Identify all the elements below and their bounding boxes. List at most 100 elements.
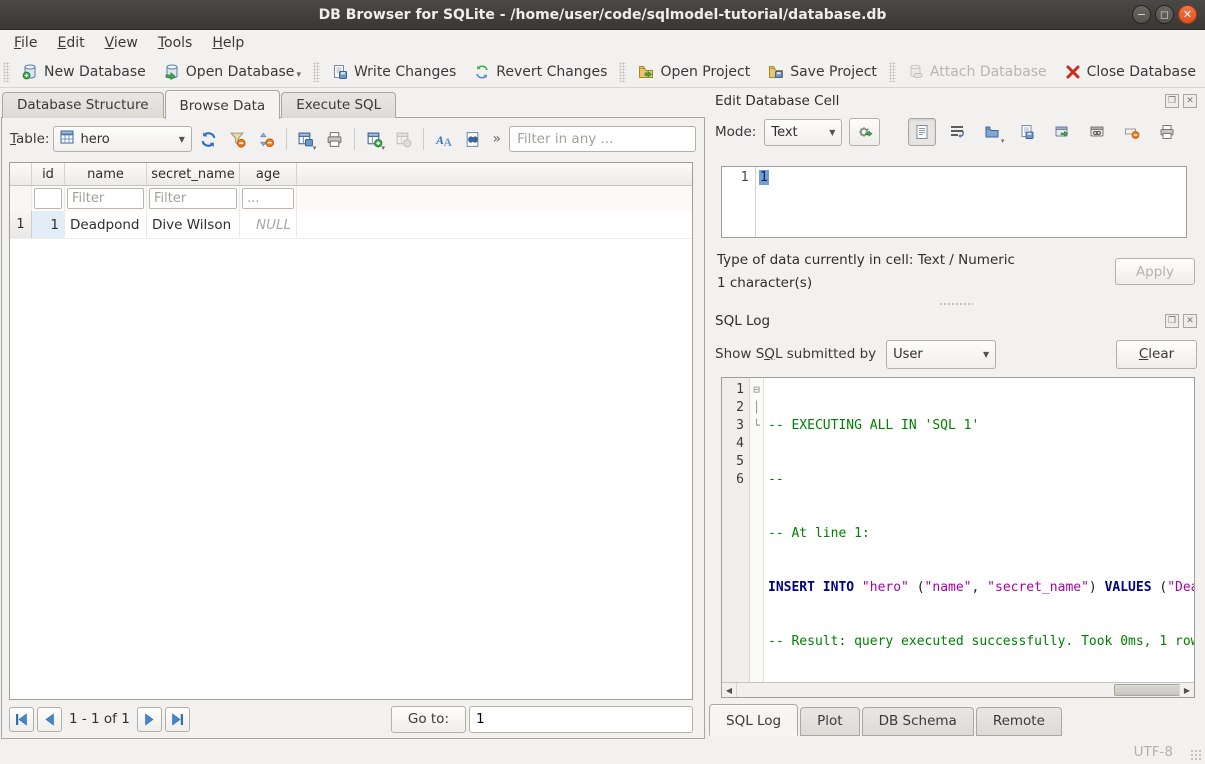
cell-editor-content[interactable]: 1 (759, 170, 769, 185)
dock-tab-remote[interactable]: Remote (976, 707, 1062, 736)
cell-name[interactable]: Deadpond (65, 211, 147, 238)
next-page-button[interactable] (137, 707, 162, 732)
open-database-button[interactable]: Open Database ▾ (155, 60, 310, 84)
insert-record-button[interactable]: ▾ (362, 126, 387, 153)
text-document-icon[interactable] (908, 118, 936, 146)
cell-secret-name[interactable]: Dive Wilson (147, 211, 240, 238)
word-wrap-icon[interactable] (943, 118, 971, 146)
export-file-icon[interactable] (1013, 118, 1041, 146)
browse-data-pane: Table: hero ▼ ▾ ▾ AA » id (1, 117, 705, 739)
cell-id[interactable]: 1 (32, 211, 65, 238)
dock-close-icon[interactable]: ✕ (1183, 314, 1197, 328)
open-project-icon (638, 64, 654, 80)
filter-input-age[interactable] (242, 188, 294, 209)
svg-text:A: A (443, 135, 452, 147)
filter-input-name[interactable] (67, 188, 144, 209)
save-project-button[interactable]: Save Project (759, 60, 886, 84)
close-button[interactable]: ✕ (1178, 5, 1197, 24)
clear-filters-button[interactable] (225, 126, 250, 153)
menu-file[interactable]: File (4, 32, 47, 54)
first-page-button[interactable] (9, 707, 34, 732)
filter-row-header (10, 186, 32, 211)
scroll-left-arrow[interactable]: ◀ (722, 683, 737, 697)
refresh-button[interactable] (196, 126, 221, 153)
table-select[interactable]: hero ▼ (53, 126, 191, 152)
filter-input-secret-name[interactable] (149, 188, 237, 209)
open-in-external-icon[interactable] (1048, 118, 1076, 146)
find-button[interactable] (460, 126, 485, 153)
set-null-icon[interactable] (1118, 118, 1146, 146)
sql-source-select[interactable]: User ▼ (886, 340, 996, 369)
previous-page-button[interactable] (37, 707, 62, 732)
toolbar-overflow-chevron[interactable]: » (493, 131, 502, 147)
goto-button[interactable]: Go to: (391, 706, 466, 733)
table-row[interactable]: 1 1 Deadpond Dive Wilson NULL (10, 211, 692, 239)
fold-margin[interactable]: ⊟ │ └ (750, 378, 764, 682)
dock-tab-db-schema[interactable]: DB Schema (862, 707, 974, 736)
grid-corner-cell[interactable] (10, 163, 32, 186)
scroll-right-arrow[interactable]: ▶ (1179, 683, 1194, 697)
edit-display-format-button[interactable]: AA (431, 126, 456, 153)
sql-log-line-numbers: 1 2 3 4 5 6 (722, 378, 750, 682)
menu-tools[interactable]: Tools (148, 32, 203, 54)
window-controls: − ◻ ✕ (1132, 5, 1197, 24)
menu-edit[interactable]: Edit (47, 32, 94, 54)
maximize-button[interactable]: ◻ (1155, 5, 1174, 24)
scrollbar-thumb[interactable] (1114, 684, 1180, 696)
revert-changes-button[interactable]: Revert Changes (465, 60, 616, 84)
titlebar: DB Browser for SQLite - /home/user/code/… (0, 0, 1205, 30)
dock-splitter[interactable] (707, 300, 1205, 308)
export-table-button[interactable]: ▾ (293, 126, 318, 153)
toolbar-grip[interactable] (889, 62, 896, 82)
import-file-icon[interactable]: ▾ (978, 118, 1006, 146)
cell-age[interactable]: NULL (240, 211, 297, 238)
dock-float-icon[interactable]: ❐ (1165, 94, 1179, 108)
cell-type-info: Type of data currently in cell: Text / N… (717, 252, 1015, 268)
fold-marker-icon: ⊟ (750, 381, 763, 399)
close-database-button[interactable]: Close Database (1056, 60, 1205, 84)
goto-input[interactable] (469, 706, 693, 733)
new-database-button[interactable]: New Database (13, 60, 155, 84)
data-grid[interactable]: id name secret_name age 1 1 Deadpond Div… (9, 162, 693, 700)
main-tabbar: Database Structure Browse Data Execute S… (2, 91, 397, 118)
print-button[interactable] (322, 126, 347, 153)
link-data-icon[interactable] (1083, 118, 1111, 146)
last-page-button[interactable] (165, 707, 190, 732)
open-database-dropdown-arrow[interactable]: ▾ (296, 70, 301, 80)
auto-format-button[interactable] (849, 118, 880, 146)
minimize-button[interactable]: − (1132, 5, 1151, 24)
filter-input-id[interactable] (34, 188, 62, 209)
column-header-id[interactable]: id (32, 163, 65, 186)
sql-log-text[interactable]: -- EXECUTING ALL IN 'SQL 1' -- -- At lin… (764, 378, 1194, 682)
dock-close-icon[interactable]: ✕ (1183, 94, 1197, 108)
menu-view[interactable]: View (95, 32, 148, 54)
tab-execute-sql[interactable]: Execute SQL (281, 92, 396, 118)
dock-tab-sql-log[interactable]: SQL Log (709, 704, 798, 736)
mode-select[interactable]: Text ▼ (764, 119, 842, 146)
clear-log-button[interactable]: Clear (1116, 340, 1197, 369)
clear-sorting-button[interactable] (254, 126, 279, 153)
filter-any-input[interactable] (509, 126, 696, 152)
open-project-button[interactable]: Open Project (629, 60, 759, 84)
row-number-header[interactable]: 1 (10, 211, 32, 238)
column-header-name[interactable]: name (65, 163, 147, 186)
sql-log-editor[interactable]: 1 2 3 4 5 6 ⊟ │ └ -- EXECUTING ALL IN 'S… (721, 377, 1195, 698)
menu-help[interactable]: Help (202, 32, 254, 54)
write-changes-button[interactable]: Write Changes (323, 60, 465, 84)
show-sql-label: Show SQL submitted by (715, 346, 876, 362)
toolbar-grip[interactable] (3, 62, 10, 82)
tab-browse-data[interactable]: Browse Data (165, 90, 281, 119)
cell-editor[interactable]: 1 1 (721, 166, 1187, 238)
column-header-secret-name[interactable]: secret_name (147, 163, 240, 186)
menubar: File Edit View Tools Help (0, 30, 1205, 56)
tab-database-structure[interactable]: Database Structure (2, 92, 164, 118)
dock-tab-plot[interactable]: Plot (800, 707, 859, 736)
toolbar-grip[interactable] (619, 62, 626, 82)
print-cell-icon[interactable] (1153, 118, 1181, 146)
horizontal-scrollbar[interactable]: ◀ ▶ (722, 682, 1194, 697)
resize-grip-icon[interactable] (1190, 749, 1203, 762)
column-header-age[interactable]: age (240, 163, 297, 186)
dock-float-icon[interactable]: ❐ (1165, 314, 1179, 328)
pagination-bar: 1 - 1 of 1 Go to: (9, 705, 693, 733)
toolbar-grip[interactable] (313, 62, 320, 82)
